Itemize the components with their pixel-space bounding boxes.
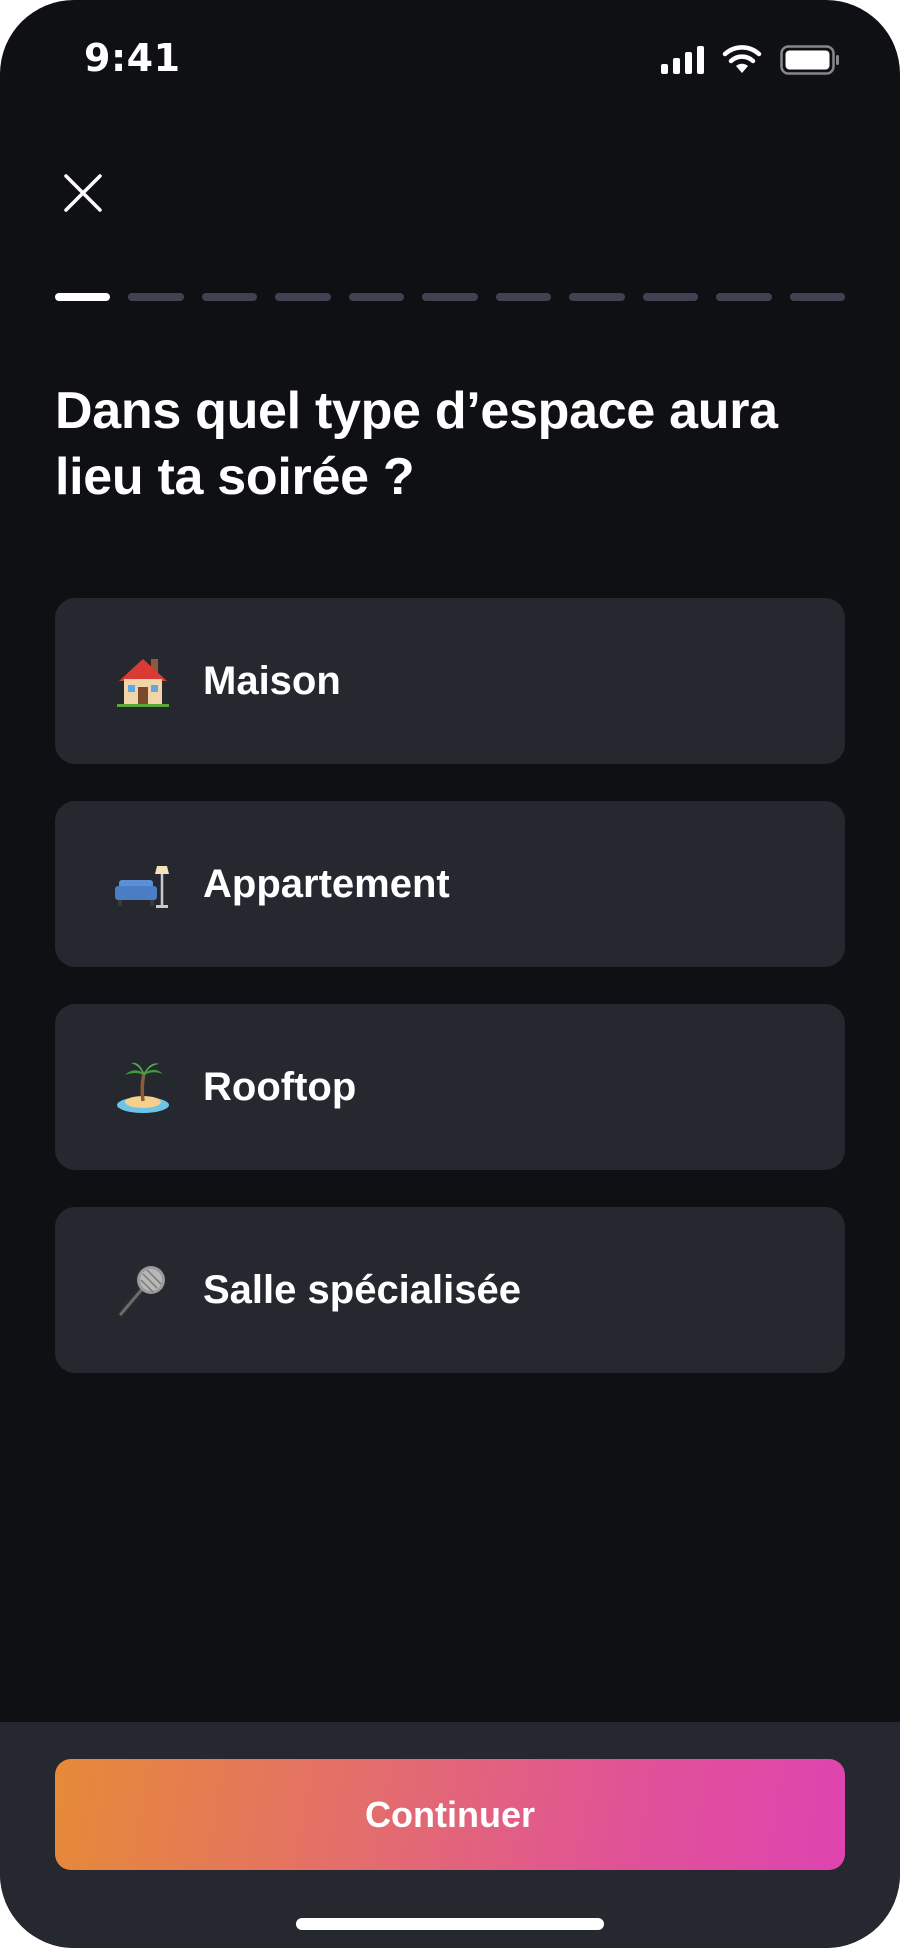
battery-icon [780, 45, 839, 75]
progress-segment [201, 293, 258, 301]
couch-lamp-icon [115, 866, 169, 908]
option-list: Maison Appartement Rooftop Salle spécial… [55, 598, 845, 1410]
option-label: Rooftop [203, 1064, 357, 1109]
progress-bar [55, 293, 845, 301]
progress-segment [128, 293, 184, 301]
wifi-icon [722, 45, 762, 73]
progress-segment [789, 293, 845, 301]
island-icon [117, 1062, 169, 1113]
status-bar: 9:41 [0, 0, 900, 120]
option-salle-specialisee[interactable]: Salle spécialisée [55, 1207, 845, 1373]
home-indicator[interactable] [296, 1918, 604, 1930]
continue-button[interactable]: Continuer [55, 1759, 845, 1870]
option-label: Salle spécialisée [203, 1267, 522, 1312]
progress-segment [348, 293, 405, 301]
status-icons [661, 44, 840, 76]
progress-segment [642, 293, 699, 301]
question-title: Dans quel type d’espace aura lieu ta soi… [55, 382, 778, 506]
option-appartement[interactable]: Appartement [55, 801, 845, 967]
progress-segment [55, 293, 111, 301]
option-label: Appartement [203, 861, 450, 906]
microphone-icon [117, 1266, 165, 1318]
signal-icon [661, 46, 704, 74]
progress-segment [716, 293, 772, 301]
close-icon[interactable] [58, 168, 108, 218]
option-maison[interactable]: Maison [55, 598, 845, 764]
bottom-bar: Continuer [0, 1722, 900, 1948]
option-rooftop[interactable]: Rooftop [55, 1004, 845, 1170]
progress-segment [569, 293, 625, 301]
progress-segment [495, 293, 552, 301]
progress-segment [422, 293, 478, 301]
progress-segment [275, 293, 331, 301]
app-screen: 9:41 Dans quel type d’espace aura lieu t… [0, 0, 900, 1948]
house-icon [117, 659, 169, 707]
status-time: 9:41 [84, 36, 181, 80]
option-label: Maison [203, 658, 341, 703]
